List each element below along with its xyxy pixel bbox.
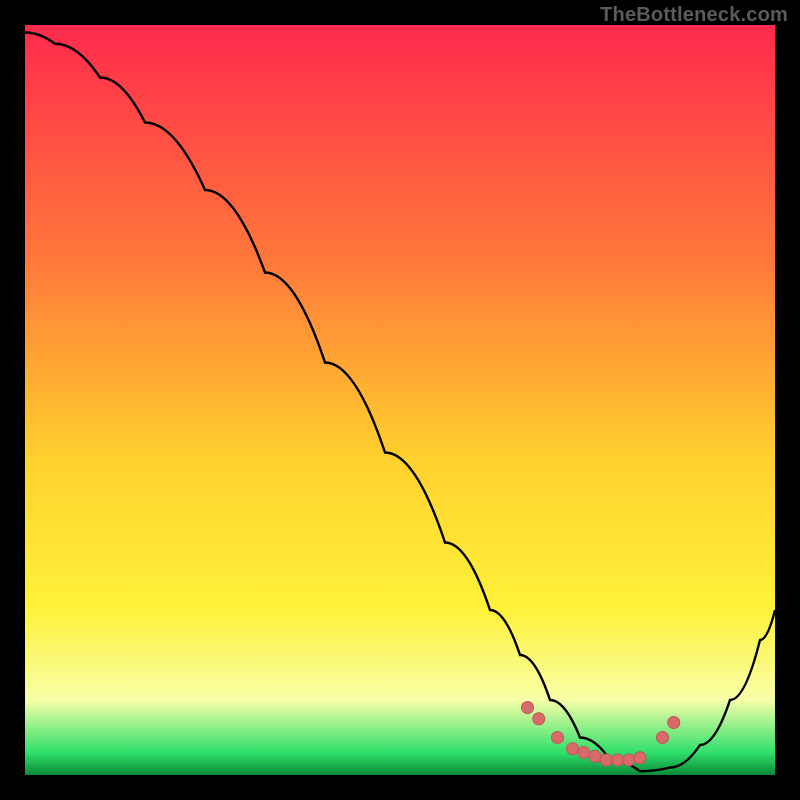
optimal-marker [668, 717, 680, 729]
chart-frame: TheBottleneck.com [0, 0, 800, 800]
optimal-marker [634, 752, 646, 764]
optimal-marker [612, 754, 624, 766]
chart-background [25, 25, 775, 775]
optimal-marker [533, 713, 545, 725]
optimal-marker [589, 750, 601, 762]
optimal-marker [552, 732, 564, 744]
optimal-marker [522, 702, 534, 714]
optimal-marker [623, 754, 635, 766]
optimal-marker [567, 743, 579, 755]
optimal-marker [657, 732, 669, 744]
bottleneck-chart [25, 25, 775, 775]
optimal-marker [578, 747, 590, 759]
watermark-text: TheBottleneck.com [600, 4, 788, 27]
optimal-marker [600, 754, 612, 766]
